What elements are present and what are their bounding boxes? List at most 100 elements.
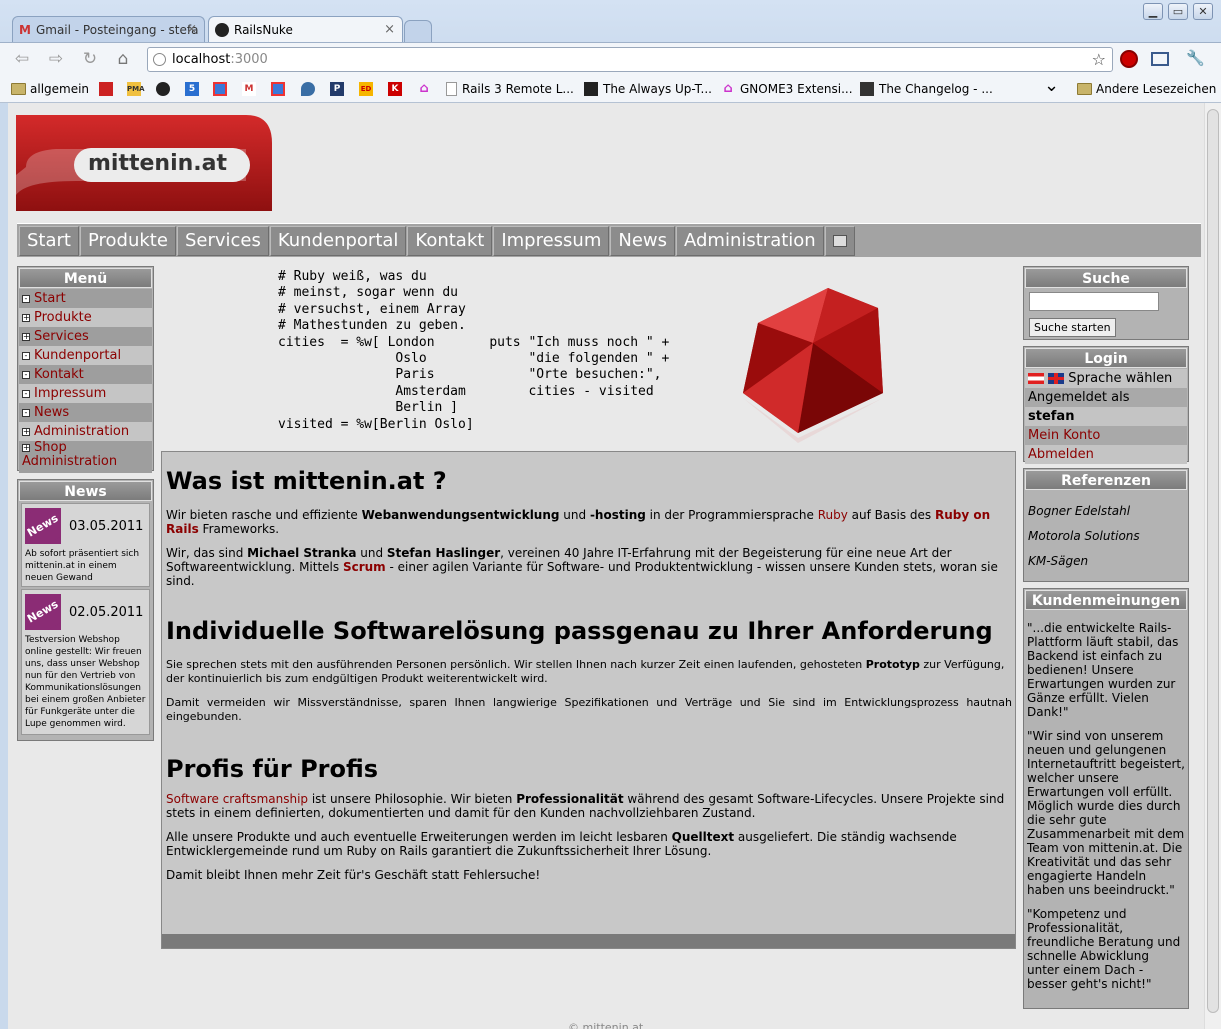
code-line: Oslo "die folgenden " + bbox=[278, 351, 670, 367]
search-button[interactable]: Suche starten bbox=[1029, 318, 1116, 337]
menu-item-label-line2: Administration bbox=[22, 454, 118, 469]
bookmark-five[interactable]: 5 bbox=[185, 80, 204, 98]
bookmark-motorola[interactable] bbox=[156, 80, 175, 98]
tab-close-icon[interactable]: × bbox=[186, 22, 197, 37]
logo-text: mittenin.at bbox=[88, 151, 228, 176]
bookmark-drop[interactable] bbox=[301, 80, 320, 98]
text-bold: Quelltext bbox=[671, 830, 735, 844]
code-line: Paris "Orte besuchen:", bbox=[278, 367, 662, 383]
menu-item-news[interactable]: - News bbox=[19, 403, 152, 422]
nav-item-kundenportal[interactable]: Kundenportal bbox=[269, 226, 407, 256]
menu-item-kundenportal[interactable]: - Kundenportal bbox=[19, 346, 152, 365]
pma-icon: PMA bbox=[127, 82, 145, 96]
adblock-icon[interactable] bbox=[1120, 50, 1138, 68]
tab-close-icon[interactable]: × bbox=[384, 22, 395, 37]
menu-item-shop[interactable]: + Shop Administration bbox=[19, 441, 152, 473]
reload-button[interactable]: ↻ bbox=[79, 48, 101, 70]
page-icon bbox=[446, 82, 457, 96]
tab-title: RailsNuke bbox=[234, 22, 293, 37]
news-text: Testversion Webshop online gestellt: Wir… bbox=[25, 635, 146, 729]
tab-gmail[interactable]: M Gmail - Posteingang - stefa × bbox=[12, 16, 205, 42]
code-line: cities = %w[ London puts "Ich muss noch … bbox=[278, 334, 670, 350]
uk-flag-icon bbox=[1048, 373, 1065, 384]
link-scrum[interactable]: Scrum bbox=[343, 560, 386, 574]
search-input[interactable] bbox=[1029, 292, 1159, 311]
news-badge-icon: News bbox=[25, 594, 61, 630]
language-selector[interactable]: Sprache wählen bbox=[1025, 369, 1187, 388]
motorola-icon bbox=[156, 82, 170, 96]
bullet-icon: - bbox=[22, 408, 30, 417]
search-box: Suche Suche starten bbox=[1023, 266, 1189, 340]
nav-item-produkte[interactable]: Produkte bbox=[79, 226, 176, 256]
puzzle-icon bbox=[271, 82, 285, 96]
bookmark-changelog[interactable]: The Changelog - ... bbox=[860, 80, 993, 98]
forward-button[interactable]: ⇨ bbox=[45, 48, 67, 70]
text-bold: Stefan Haslinger bbox=[386, 546, 501, 560]
bookmark-folder-allgemein[interactable]: allgemein bbox=[11, 80, 89, 98]
other-bookmarks-folder[interactable]: Andere Lesezeichen bbox=[1077, 80, 1216, 98]
bookmark-label: Rails 3 Remote L... bbox=[462, 82, 574, 96]
link-ruby[interactable]: Ruby bbox=[818, 508, 848, 522]
scrollbar-thumb[interactable] bbox=[1207, 109, 1219, 1013]
bookmark-k[interactable]: K bbox=[388, 80, 407, 98]
bookmark-rails3[interactable]: Rails 3 Remote L... bbox=[446, 80, 574, 98]
address-bar[interactable]: localhost:3000 ☆ bbox=[147, 47, 1113, 72]
menu-item-services[interactable]: + Services bbox=[19, 327, 152, 346]
house-icon: ⌂ bbox=[419, 81, 429, 96]
news-item[interactable]: News 02.05.2011 Testversion Webshop onli… bbox=[21, 589, 150, 735]
back-button[interactable]: ⇦ bbox=[11, 48, 33, 70]
menu-item-start[interactable]: - Start bbox=[19, 289, 152, 308]
red-square-icon bbox=[99, 82, 113, 96]
bookmarks-overflow-chevron-icon[interactable]: ⌄ bbox=[1044, 75, 1059, 96]
bookmark-house[interactable]: ⌂ bbox=[417, 80, 436, 98]
close-window-button[interactable]: ✕ bbox=[1193, 3, 1213, 20]
bookmark-gnome3[interactable]: ⌂ GNOME3 Extensi... bbox=[721, 80, 853, 98]
nav-item-kontakt[interactable]: Kontakt bbox=[407, 226, 493, 256]
login-title: Login bbox=[1025, 348, 1187, 368]
p-icon: P bbox=[330, 82, 344, 96]
home-button[interactable]: ⌂ bbox=[112, 48, 134, 70]
nav-item-start[interactable]: Start bbox=[19, 226, 79, 256]
news-box: News News 03.05.2011 Ab sofort präsentie… bbox=[17, 479, 154, 741]
text: und bbox=[559, 508, 590, 522]
five-icon: 5 bbox=[185, 82, 199, 96]
bookmark-puzzle-1[interactable] bbox=[213, 80, 232, 98]
bookmark-pma[interactable]: PMA bbox=[127, 80, 146, 98]
new-tab-button[interactable] bbox=[404, 20, 432, 42]
menu-item-kontakt[interactable]: - Kontakt bbox=[19, 365, 152, 384]
bookmark-puzzle-2[interactable] bbox=[271, 80, 290, 98]
references-title: Referenzen bbox=[1025, 470, 1187, 490]
menu-item-label: Services bbox=[34, 328, 89, 344]
bookmark-gmail[interactable]: M bbox=[242, 80, 261, 98]
news-item[interactable]: News 03.05.2011 Ab sofort präsentiert si… bbox=[21, 503, 150, 587]
link-software-craftsmanship[interactable]: Software craftsmanship bbox=[166, 792, 308, 806]
fullscreen-icon[interactable] bbox=[1151, 52, 1169, 66]
bookmark-ed[interactable]: ED bbox=[359, 80, 378, 98]
code-line: # versuchst, einem Array bbox=[278, 301, 466, 317]
menu-item-impressum[interactable]: - Impressum bbox=[19, 384, 152, 403]
maximize-button[interactable]: ▭ bbox=[1168, 3, 1188, 20]
wrench-icon[interactable]: 🔧 bbox=[1186, 49, 1205, 67]
menu-item-produkte[interactable]: + Produkte bbox=[19, 308, 152, 327]
account-link[interactable]: Mein Konto bbox=[1025, 426, 1187, 445]
tab-railsnuke[interactable]: RailsNuke × bbox=[208, 16, 403, 42]
menu-title: Menü bbox=[19, 268, 152, 288]
nav-item-news[interactable]: News bbox=[610, 226, 675, 256]
bookmark-red[interactable] bbox=[99, 80, 118, 98]
text: Frameworks. bbox=[198, 522, 280, 536]
nav-item-services[interactable]: Services bbox=[176, 226, 269, 256]
nav-item-administration[interactable]: Administration bbox=[676, 226, 824, 256]
bookmark-always-up[interactable]: The Always Up-T... bbox=[584, 80, 712, 98]
bookmark-label: GNOME3 Extensi... bbox=[740, 82, 853, 96]
vertical-scrollbar[interactable] bbox=[1204, 103, 1221, 1029]
bookmark-p[interactable]: P bbox=[330, 80, 349, 98]
menu-item-administration[interactable]: + Administration bbox=[19, 422, 152, 441]
menu-item-label: Start bbox=[34, 290, 66, 306]
site-logo[interactable]: mittenin.at bbox=[16, 115, 272, 211]
star-icon[interactable]: ☆ bbox=[1092, 48, 1106, 71]
menu-list: - Start + Produkte + Services - Kundenportal - Ko… bbox=[18, 289, 153, 473]
minimize-button[interactable]: ▁ bbox=[1143, 3, 1163, 20]
print-icon[interactable] bbox=[824, 226, 855, 256]
logout-link[interactable]: Abmelden bbox=[1025, 445, 1187, 464]
nav-item-impressum[interactable]: Impressum bbox=[493, 226, 610, 256]
